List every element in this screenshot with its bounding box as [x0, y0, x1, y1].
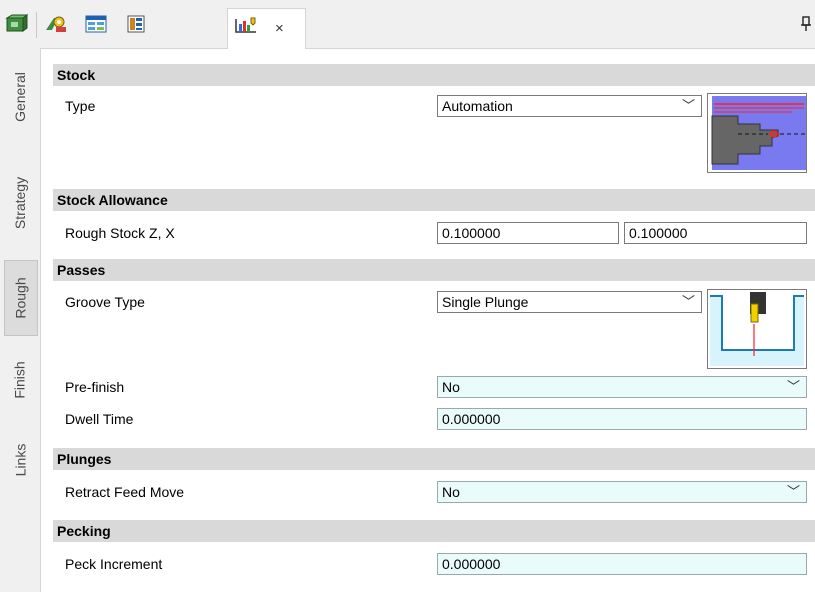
- pin-icon[interactable]: [800, 14, 812, 34]
- tab-links[interactable]: Links: [2, 428, 38, 492]
- rough-stock-label: Rough Stock Z, X: [65, 225, 175, 241]
- tab-general-label: General: [12, 72, 28, 122]
- dwell-time-label: Dwell Time: [65, 411, 134, 427]
- roughing-toolpath-icon: [234, 15, 258, 35]
- section-pecking-header[interactable]: Pecking: [53, 520, 815, 542]
- toolbar: ×: [0, 0, 815, 49]
- stock-model-icon[interactable]: [4, 14, 28, 34]
- stock-type-label: Type: [65, 98, 96, 114]
- section-plunges-header[interactable]: Plunges: [53, 448, 815, 470]
- groove-type-select[interactable]: Single Plunge ﹀: [437, 291, 702, 313]
- groove-type-value: Single Plunge: [442, 294, 529, 310]
- section-passes-header[interactable]: Passes: [53, 259, 815, 281]
- retract-feed-move-label: Retract Feed Move: [65, 484, 185, 500]
- tab-finish-label: Finish: [12, 361, 29, 399]
- tab-finish[interactable]: Finish: [2, 344, 38, 416]
- rough-stock-x-input[interactable]: 0.100000: [624, 222, 807, 244]
- chevron-down-icon: ﹀: [786, 484, 800, 499]
- tab-general[interactable]: General: [2, 56, 38, 138]
- groove-type-preview: [707, 289, 807, 369]
- peck-increment-input[interactable]: 0.000000: [437, 553, 807, 575]
- dwell-time-input[interactable]: 0.000000: [437, 408, 807, 430]
- pre-finish-value: No: [442, 379, 460, 395]
- chevron-down-icon: ﹀: [786, 379, 800, 394]
- tab-links-label: Links: [12, 443, 28, 477]
- chevron-down-icon: ﹀: [681, 98, 695, 113]
- document-icon[interactable]: [124, 14, 148, 34]
- retract-feed-move-select[interactable]: No ﹀: [437, 481, 807, 503]
- stock-type-value: Automation: [442, 98, 513, 114]
- tab-rough-label: Rough: [13, 277, 30, 319]
- peck-increment-label: Peck Increment: [65, 556, 163, 572]
- pre-finish-label: Pre-finish: [65, 379, 125, 395]
- section-stock-allowance-header[interactable]: Stock Allowance: [53, 189, 815, 211]
- rough-stock-z-input[interactable]: 0.100000: [437, 222, 619, 244]
- tab-strategy-label: Strategy: [12, 176, 29, 230]
- toolpath-table-icon[interactable]: [84, 14, 108, 34]
- tool-settings-icon[interactable]: [44, 14, 68, 34]
- section-stock-header[interactable]: Stock: [53, 64, 815, 86]
- groove-type-label: Groove Type: [65, 294, 145, 310]
- tab-rough-toolpath[interactable]: ×: [227, 8, 306, 49]
- side-tab-bar: General Strategy Rough Finish Links: [0, 48, 41, 592]
- close-tab-button[interactable]: ×: [275, 21, 284, 37]
- pre-finish-select[interactable]: No ﹀: [437, 376, 807, 398]
- stock-type-preview: [707, 93, 807, 173]
- chevron-down-icon: ﹀: [681, 294, 695, 309]
- toolbar-separator: [36, 12, 37, 38]
- retract-feed-move-value: No: [442, 484, 460, 500]
- tab-strategy[interactable]: Strategy: [2, 160, 38, 246]
- tab-rough[interactable]: Rough: [4, 260, 38, 336]
- stock-type-select[interactable]: Automation ﹀: [437, 95, 702, 117]
